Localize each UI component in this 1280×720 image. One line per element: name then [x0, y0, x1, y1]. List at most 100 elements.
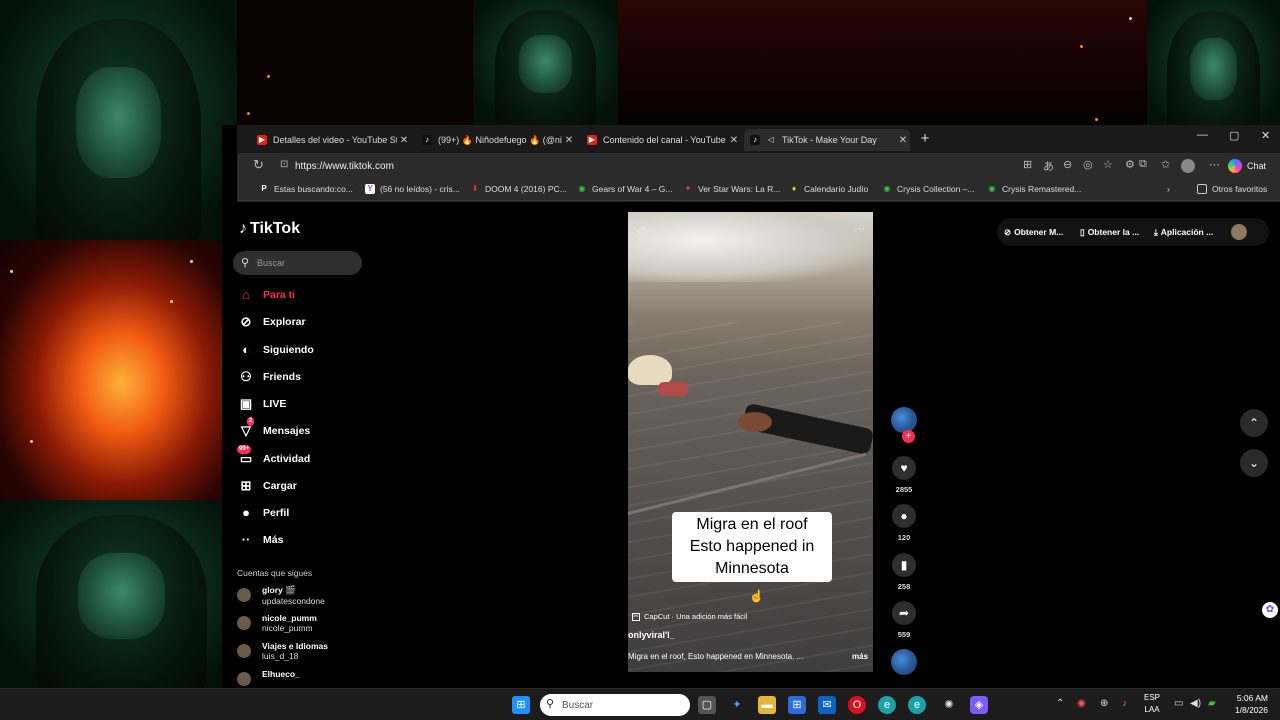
profile-avatar-icon[interactable]: [1181, 159, 1195, 173]
close-icon[interactable]: ✕: [397, 135, 411, 146]
clock[interactable]: 5:06 AM 1/8/2026: [1228, 692, 1268, 716]
apps-icon[interactable]: ⊞: [1023, 158, 1032, 171]
monitor-icon[interactable]: ▭: [1174, 698, 1183, 709]
nav-friends[interactable]: ⚇ Friends: [237, 367, 301, 387]
volume-icon[interactable]: ◀): [1190, 698, 1201, 709]
get-coins-button[interactable]: ⊘ Obtener M...: [1004, 223, 1063, 241]
close-icon[interactable]: ✕: [727, 135, 741, 146]
desktop-app-button[interactable]: ⤓ Aplicación ...: [1154, 223, 1213, 241]
nav-mensajes[interactable]: ▽ 2 Mensajes: [237, 417, 310, 441]
favorite-item[interactable]: P Estas buscando:co...: [259, 184, 353, 194]
favorite-item[interactable]: ⬇ DOOM 4 (2016) PC...: [470, 184, 567, 194]
taskbar-search-input[interactable]: ⚲ Buscar: [540, 694, 690, 716]
new-tab-button[interactable]: +: [915, 129, 935, 149]
nav-mas[interactable]: ·· Más: [237, 530, 284, 550]
close-icon[interactable]: ✕: [562, 135, 576, 146]
save-button[interactable]: ▮ 258: [892, 553, 916, 591]
video-player[interactable]: ◁ ⋯ Migra en el roof Esto happened in Mi…: [628, 212, 873, 672]
battery-icon[interactable]: ▰: [1208, 698, 1216, 709]
tab-youtube-studio-details[interactable]: ▶ Detalles del video - YouTube Studio ✕: [251, 129, 411, 151]
video-author[interactable]: onlyviral'l_: [628, 630, 675, 640]
language-indicator[interactable]: ESP LAA: [1144, 692, 1160, 716]
task-view-icon[interactable]: ▢: [698, 696, 716, 714]
following-account[interactable]: Viajes e Idiomas luis_d_18: [237, 641, 328, 661]
download-icon: ⤓: [1154, 226, 1158, 237]
window-close-icon[interactable]: ✕: [1261, 129, 1270, 142]
like-button[interactable]: ♥ 2855: [892, 456, 916, 494]
nav-explorar[interactable]: ⊘ Explorar: [237, 312, 306, 332]
music-disc-icon[interactable]: [891, 649, 917, 675]
maximize-icon[interactable]: ▢: [1229, 129, 1239, 142]
mail-icon[interactable]: ✉: [818, 696, 836, 714]
following-account[interactable]: glory 🎬 updatescondone: [237, 585, 325, 606]
get-app-button[interactable]: ▯ Obtener la ...: [1080, 223, 1139, 241]
microphone-icon[interactable]: ♪: [1122, 698, 1127, 709]
video-description: Migra en el roof, Esto happened en Minne…: [628, 652, 804, 661]
extensions-icon[interactable]: ⚙: [1125, 158, 1135, 171]
favorite-item[interactable]: ◉ Crysis Collection –...: [882, 184, 975, 194]
copilot-chat-button[interactable]: Chat: [1228, 156, 1266, 176]
chevron-right-icon[interactable]: ›: [1167, 184, 1170, 194]
tab-tiktok-profile[interactable]: ♪ (99+) 🔥 Niñodefuego 🔥 (@niofu ✕: [416, 129, 576, 151]
video-caption-overlay: Migra en el roof Esto happened in Minnes…: [672, 512, 832, 582]
favorites-icon[interactable]: ✩: [1161, 158, 1170, 171]
favorite-item[interactable]: Y (56 no leídos) - cris...: [365, 184, 460, 194]
previous-video-button[interactable]: ⌃: [1240, 409, 1268, 437]
next-video-button[interactable]: ⌄: [1240, 449, 1268, 477]
favorite-item[interactable]: ◉ Gears of War 4 – G...: [577, 184, 673, 194]
following-account[interactable]: nicole_pumm nicole_pumm: [237, 613, 317, 633]
start-icon[interactable]: ⊞: [512, 696, 530, 714]
store-icon[interactable]: ⊞: [788, 696, 806, 714]
nav-cargar[interactable]: ⊞ Cargar: [237, 476, 297, 496]
user-avatar[interactable]: [1231, 224, 1247, 240]
comment-button[interactable]: ● 120: [892, 504, 916, 542]
edge-sidebar-icon[interactable]: ✿: [1262, 602, 1278, 618]
reload-icon[interactable]: ↻: [253, 157, 264, 173]
nav-actividad[interactable]: ▭ 99+ Actividad: [237, 445, 310, 469]
copilot-taskbar-icon[interactable]: ✦: [728, 696, 746, 714]
video-more-icon[interactable]: ⋯: [854, 222, 865, 235]
file-explorer-icon[interactable]: ▬: [758, 696, 776, 714]
collections-icon[interactable]: ⧉: [1139, 158, 1147, 171]
favorite-item[interactable]: ✦ Ver Star Wars: La R...: [683, 184, 781, 194]
chatgpt-icon[interactable]: ✺: [940, 696, 958, 714]
nav-siguiendo[interactable]: ◐ Siguiendo: [237, 340, 314, 360]
minimize-icon[interactable]: —: [1197, 129, 1208, 141]
more-link[interactable]: más: [852, 652, 868, 661]
tray-security-icon[interactable]: ⊕: [1100, 698, 1108, 709]
upload-icon: ⊞: [240, 478, 252, 493]
tab-label: TikTok - Make Your Day: [782, 135, 877, 145]
chevron-up-icon[interactable]: ⌃: [1056, 698, 1064, 709]
follow-plus-icon[interactable]: +: [902, 430, 915, 443]
volume-icon[interactable]: ◁: [636, 224, 644, 237]
url-input[interactable]: ⊡ https://www.tiktok.com: [273, 155, 1113, 177]
opera-icon[interactable]: O: [848, 696, 866, 714]
nav-label: Más: [263, 534, 284, 546]
close-icon[interactable]: ✕: [896, 135, 910, 146]
favorite-item[interactable]: ◉ Crysis Remastered...: [987, 184, 1082, 194]
favorite-star-icon[interactable]: ☆: [1103, 158, 1113, 171]
app-icon[interactable]: ◈: [970, 696, 988, 714]
live-icon: ▣: [239, 396, 253, 411]
share-button[interactable]: ➦ 559: [892, 601, 916, 639]
nav-perfil[interactable]: ● Perfil: [237, 503, 289, 523]
other-favorites[interactable]: Otros favoritos: [1197, 184, 1267, 194]
favorite-label: Ver Star Wars: La R...: [698, 184, 781, 194]
creator-avatar[interactable]: [891, 407, 917, 433]
edge-icon[interactable]: e: [878, 696, 896, 714]
favorite-item[interactable]: ♦ Calendario Judío: [789, 184, 868, 194]
following-account[interactable]: Elhueco_: [237, 669, 300, 686]
tab-youtube-channel-content[interactable]: ▶ Contenido del canal - YouTube Stu ✕: [581, 129, 741, 151]
tray-app-icon[interactable]: ◉: [1077, 698, 1086, 709]
read-aloud-icon[interactable]: ◎: [1083, 158, 1093, 171]
nav-live[interactable]: ▣ LIVE: [237, 394, 287, 414]
menu-dots-icon[interactable]: ⋯: [1209, 158, 1220, 171]
nav-para-ti[interactable]: ⌂ Para ti: [237, 285, 295, 305]
translate-icon[interactable]: あ: [1043, 158, 1054, 174]
capcut-tag[interactable]: ✂ CapCut · Una adición más fácil: [632, 612, 747, 621]
edge-beta-icon[interactable]: e: [908, 696, 926, 714]
search-input[interactable]: ⚲ Buscar: [233, 251, 362, 275]
tab-tiktok-home[interactable]: ♪ ◁ TikTok - Make Your Day ✕: [744, 129, 910, 151]
zoom-icon[interactable]: ⊖: [1063, 158, 1072, 171]
tiktok-logo[interactable]: ♪ TikTok: [239, 220, 300, 238]
